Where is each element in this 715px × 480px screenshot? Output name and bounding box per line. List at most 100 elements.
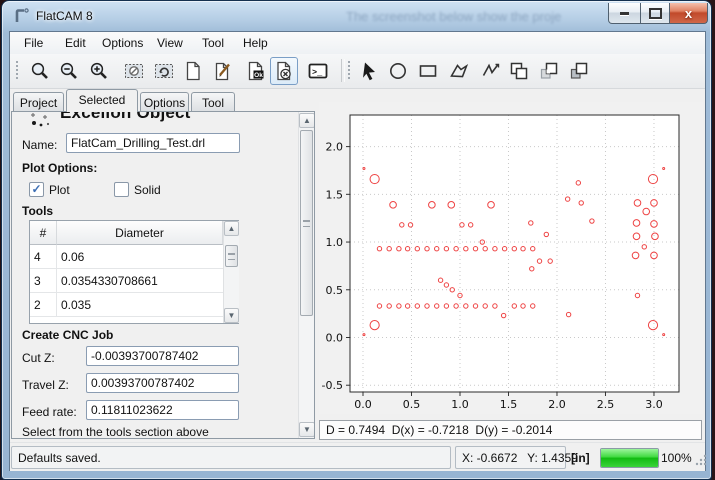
draw-rectangle-button[interactable] xyxy=(414,57,442,85)
minimize-button[interactable] xyxy=(608,3,641,24)
zoom-out-button[interactable] xyxy=(55,57,83,85)
menu-tool[interactable]: Tool xyxy=(198,35,228,51)
excellon-object-icon xyxy=(28,111,52,131)
travelz-label: Travel Z: xyxy=(22,378,69,392)
window-title: FlatCAM 8 xyxy=(36,9,93,23)
units-label: [in] xyxy=(571,451,590,465)
panel-scrollbar-thumb[interactable] xyxy=(300,130,313,316)
delete-document-button[interactable] xyxy=(270,57,298,85)
replot-button[interactable] xyxy=(150,57,178,85)
toolbar-separator xyxy=(341,59,345,82)
tool-diameter: 0.0354330708661 xyxy=(61,274,158,288)
menu-bar: File Edit Options View Tool Help xyxy=(10,32,705,55)
table-scrollbar-thumb[interactable] xyxy=(225,245,238,267)
maximize-icon xyxy=(649,8,662,19)
tool-diameter: 0.06 xyxy=(61,250,84,264)
table-scroll-up-icon[interactable]: ▲ xyxy=(224,221,239,236)
table-row[interactable]: 2 0.035 xyxy=(30,293,223,317)
svg-text:1.0: 1.0 xyxy=(451,398,469,411)
draw-circle-button[interactable] xyxy=(384,57,412,85)
replot-icon xyxy=(153,60,175,82)
zoom-fit-icon xyxy=(29,60,51,82)
window-controls: x xyxy=(608,3,708,24)
command-line-button[interactable]: >_ xyxy=(304,57,332,85)
toolbar-grip-2[interactable] xyxy=(347,60,351,81)
table-scroll-down-icon[interactable]: ▼ xyxy=(224,308,239,323)
union-button[interactable] xyxy=(505,57,533,85)
close-icon: x xyxy=(685,6,692,21)
ok-document-button[interactable]: Ok xyxy=(242,57,270,85)
panel-scroll-up-icon[interactable]: ▲ xyxy=(299,113,315,128)
table-row[interactable]: 4 0.06 xyxy=(30,245,223,269)
panel-heading: Excellon Object xyxy=(60,111,191,123)
svg-text:2.5: 2.5 xyxy=(597,398,615,411)
tab-selected[interactable]: Selected xyxy=(66,89,138,112)
col-header-diameter[interactable]: Diameter xyxy=(57,221,223,245)
travelz-input[interactable] xyxy=(86,373,239,393)
subtract-icon xyxy=(538,60,560,82)
svg-text:Ok: Ok xyxy=(254,72,263,79)
status-message: Defaults saved. xyxy=(11,446,451,469)
name-input[interactable] xyxy=(66,133,240,153)
panel-scroll-down-icon[interactable]: ▼ xyxy=(299,422,315,437)
toolbar-grip[interactable] xyxy=(15,60,19,81)
pointer-tool-button[interactable] xyxy=(356,57,384,85)
tool-number: 4 xyxy=(34,250,41,264)
draw-polygon-button[interactable] xyxy=(445,57,473,85)
tools-table[interactable]: # Diameter 4 0.06 3 0.0354330708661 xyxy=(29,220,239,324)
new-document-button[interactable] xyxy=(179,57,207,85)
plot-checkbox-label[interactable]: Plot xyxy=(49,183,70,197)
subtract-button[interactable] xyxy=(535,57,563,85)
solid-checkbox-label[interactable]: Solid xyxy=(134,183,161,197)
panel-scrollbar[interactable]: ▲ ▼ xyxy=(298,112,315,438)
plot-canvas[interactable]: 0.00.51.01.52.02.53.02.01.51.00.50.0-0.5 xyxy=(319,102,703,414)
progress-bar xyxy=(600,448,659,468)
menu-edit[interactable]: Edit xyxy=(61,35,90,51)
col-header-number[interactable]: # xyxy=(30,221,57,245)
plot-options-label: Plot Options: xyxy=(22,161,97,175)
svg-text:2.0: 2.0 xyxy=(326,141,344,154)
resize-grip-icon[interactable] xyxy=(694,453,708,467)
menu-view[interactable]: View xyxy=(153,35,187,51)
zoom-fit-button[interactable] xyxy=(26,57,54,85)
svg-text:-0.5: -0.5 xyxy=(322,379,343,392)
cutz-input[interactable] xyxy=(86,346,239,366)
tab-project[interactable]: Project xyxy=(13,92,64,112)
join-button[interactable] xyxy=(565,57,593,85)
tool-number: 2 xyxy=(34,298,41,312)
tools-hint: Select from the tools section above xyxy=(22,425,209,439)
solid-checkbox[interactable] xyxy=(114,182,129,197)
edit-document-button[interactable] xyxy=(208,57,236,85)
tab-tool[interactable]: Tool xyxy=(191,92,235,112)
tab-options[interactable]: Options xyxy=(140,92,189,112)
plot-checkbox[interactable]: ✓ xyxy=(29,182,44,197)
zoom-in-icon xyxy=(88,60,110,82)
svg-text:0.0: 0.0 xyxy=(326,331,344,344)
table-scrollbar[interactable]: ▲ ▼ xyxy=(223,221,239,323)
menu-options[interactable]: Options xyxy=(98,35,147,51)
close-button[interactable]: x xyxy=(670,3,708,24)
feedrate-input[interactable] xyxy=(86,400,239,420)
titlebar[interactable]: FlatCAM 8 The screenshot below show the … xyxy=(2,1,711,31)
clear-plot-button[interactable] xyxy=(120,57,148,85)
zoom-in-button[interactable] xyxy=(85,57,113,85)
union-icon xyxy=(508,60,530,82)
status-bar: Defaults saved. X: -0.6672 Y: 1.4359 [in… xyxy=(10,442,705,471)
tools-label: Tools xyxy=(22,204,53,218)
tool-diameter: 0.035 xyxy=(61,298,91,312)
svg-text:>_: >_ xyxy=(312,68,323,78)
ok-document-icon: Ok xyxy=(245,60,267,82)
maximize-button[interactable] xyxy=(641,3,670,24)
cursor-coordinates: X: -0.6672 Y: 1.4359 xyxy=(455,446,566,469)
flatcam-window: FlatCAM 8 The screenshot below show the … xyxy=(1,0,712,480)
progress-fill xyxy=(601,449,658,467)
progress-percent: 100% xyxy=(661,451,692,465)
menu-file[interactable]: File xyxy=(20,35,47,51)
table-row[interactable]: 3 0.0354330708661 xyxy=(30,269,223,293)
toolbar: Ok >_ xyxy=(10,54,705,89)
desktop: FlatCAM 8 The screenshot below show the … xyxy=(0,0,715,480)
draw-rectangle-icon xyxy=(417,60,439,82)
edit-document-icon xyxy=(211,60,233,82)
draw-path-button[interactable] xyxy=(477,57,505,85)
menu-help[interactable]: Help xyxy=(239,35,272,51)
